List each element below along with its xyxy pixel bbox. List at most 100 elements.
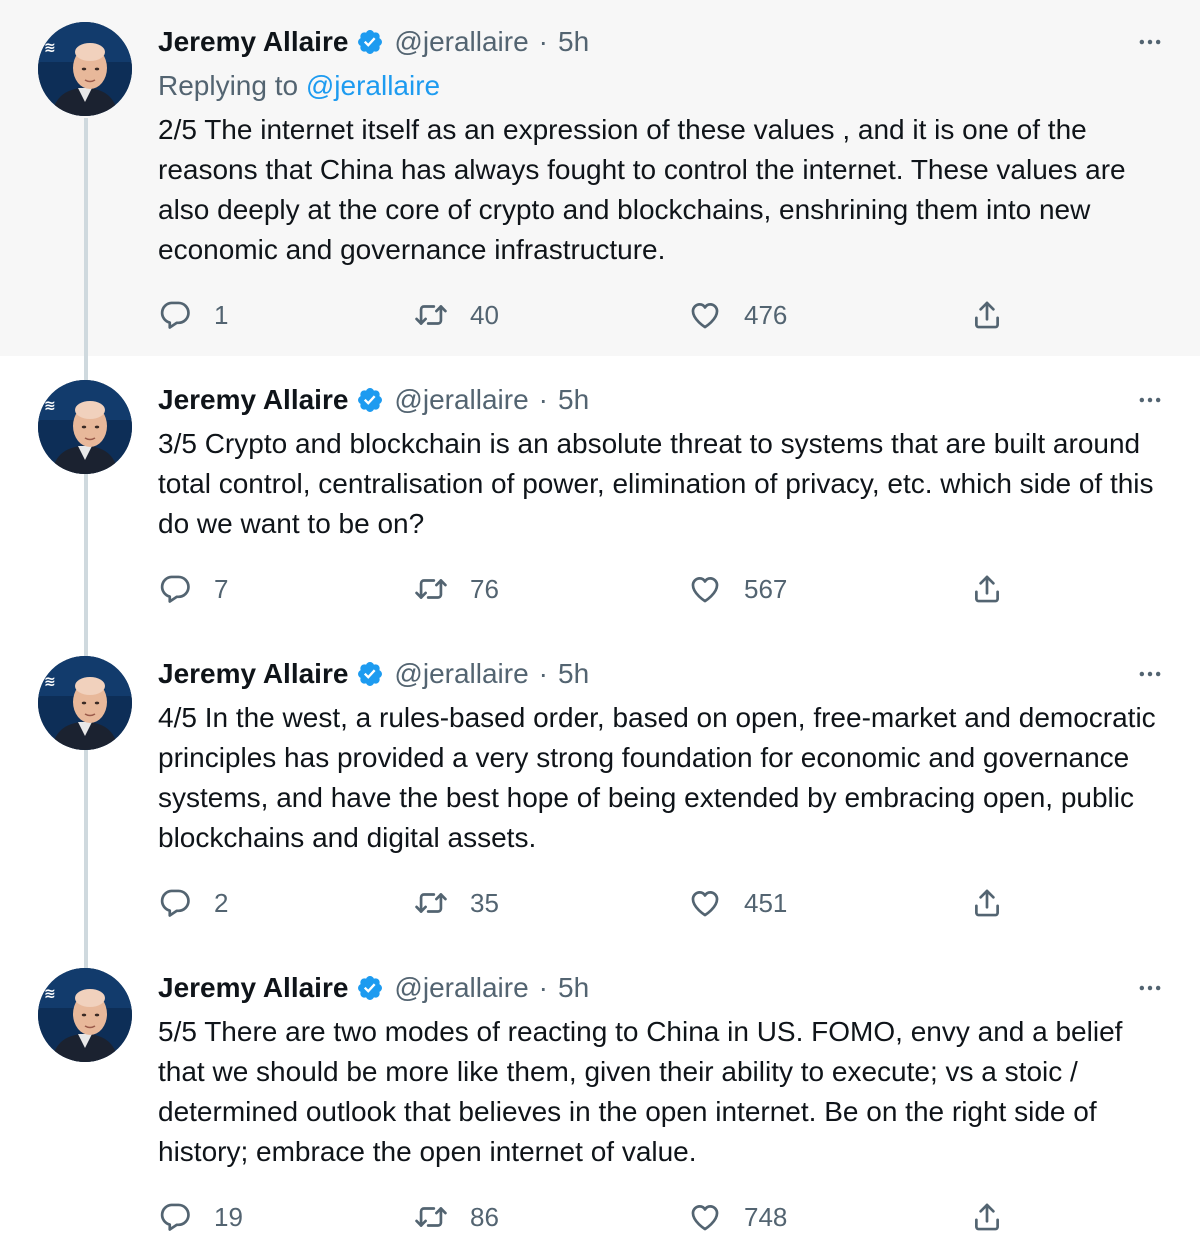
reply-icon <box>158 1200 192 1234</box>
thread-connector <box>84 750 88 950</box>
avatar[interactable] <box>38 968 132 1062</box>
timestamp[interactable]: 5h <box>558 26 589 58</box>
timestamp[interactable]: 5h <box>558 658 589 690</box>
avatar[interactable] <box>38 22 132 116</box>
share-icon <box>970 298 1004 332</box>
verified-badge-icon <box>356 28 384 56</box>
retweet-count: 35 <box>470 887 499 918</box>
tweet[interactable]: Jeremy Allaire @jerallaire · 5h 4/5 In t… <box>0 636 1200 950</box>
separator: · <box>538 384 548 415</box>
verified-badge-icon <box>356 974 384 1002</box>
thread-timeline: Jeremy Allaire @jerallaire · 5h Replying… <box>0 0 1200 1256</box>
more-button[interactable] <box>1132 385 1168 415</box>
author-name[interactable]: Jeremy Allaire <box>158 658 348 690</box>
tweet-actions: 7 76 567 <box>158 569 1028 609</box>
like-button[interactable]: 451 <box>688 883 787 923</box>
more-button[interactable] <box>1132 973 1168 1003</box>
replying-label: Replying to <box>158 70 299 101</box>
reply-count: 7 <box>214 573 229 604</box>
share-icon <box>970 1200 1004 1234</box>
author-name[interactable]: Jeremy Allaire <box>158 384 348 416</box>
share-icon <box>970 886 1004 920</box>
like-count: 451 <box>744 887 788 918</box>
author-handle[interactable]: @jerallaire <box>394 384 528 416</box>
thread-connector <box>84 118 88 356</box>
author-handle[interactable]: @jerallaire <box>394 972 528 1004</box>
separator: · <box>538 972 548 1003</box>
like-icon <box>688 1200 722 1234</box>
more-icon <box>1136 28 1164 56</box>
more-icon <box>1136 386 1164 414</box>
reply-button[interactable]: 7 <box>158 569 228 609</box>
like-count: 748 <box>744 1201 788 1232</box>
author-name[interactable]: Jeremy Allaire <box>158 972 348 1004</box>
retweet-button[interactable]: 40 <box>414 295 499 335</box>
thread-connector <box>84 636 88 656</box>
verified-badge-icon <box>356 386 384 414</box>
reply-icon <box>158 572 192 606</box>
replying-to: Replying to @jerallaire <box>158 70 440 102</box>
tweet-text: 5/5 There are two modes of reacting to C… <box>158 1016 1123 1167</box>
share-icon <box>970 572 1004 606</box>
share-button[interactable] <box>970 1197 1026 1237</box>
like-button[interactable]: 748 <box>688 1197 787 1237</box>
separator: · <box>538 26 548 57</box>
like-button[interactable]: 567 <box>688 569 787 609</box>
thread-connector <box>84 474 88 636</box>
thread-connector <box>84 356 88 380</box>
timestamp[interactable]: 5h <box>558 972 589 1004</box>
tweet-text: 2/5 The internet itself as an expression… <box>158 114 1126 265</box>
avatar[interactable] <box>38 380 132 474</box>
timestamp[interactable]: 5h <box>558 384 589 416</box>
share-button[interactable] <box>970 295 1026 335</box>
share-button[interactable] <box>970 569 1026 609</box>
avatar[interactable] <box>38 656 132 750</box>
author-handle[interactable]: @jerallaire <box>394 26 528 58</box>
tweet-actions: 19 86 748 <box>158 1197 1028 1237</box>
more-icon <box>1136 660 1164 688</box>
reply-icon <box>158 886 192 920</box>
author-handle[interactable]: @jerallaire <box>394 658 528 690</box>
reply-button[interactable]: 2 <box>158 883 228 923</box>
like-icon <box>688 572 722 606</box>
tweet-text: 4/5 In the west, a rules-based order, ba… <box>158 702 1156 853</box>
tweet[interactable]: Jeremy Allaire @jerallaire · 5h Replying… <box>0 0 1200 356</box>
verified-badge-icon <box>356 660 384 688</box>
like-count: 567 <box>744 573 788 604</box>
tweet-header: Jeremy Allaire @jerallaire · 5h <box>158 656 589 692</box>
retweet-count: 40 <box>470 299 499 330</box>
tweet[interactable]: Jeremy Allaire @jerallaire · 5h 3/5 Cryp… <box>0 356 1200 636</box>
more-button[interactable] <box>1132 27 1168 57</box>
more-icon <box>1136 974 1164 1002</box>
tweet-header: Jeremy Allaire @jerallaire · 5h <box>158 24 589 60</box>
like-button[interactable]: 476 <box>688 295 787 335</box>
retweet-button[interactable]: 86 <box>414 1197 499 1237</box>
tweet-header: Jeremy Allaire @jerallaire · 5h <box>158 382 589 418</box>
retweet-count: 86 <box>470 1201 499 1232</box>
retweet-icon <box>414 298 448 332</box>
tweet-text: 3/5 Crypto and blockchain is an absolute… <box>158 428 1154 539</box>
retweet-count: 76 <box>470 573 499 604</box>
reply-button[interactable]: 19 <box>158 1197 243 1237</box>
reply-icon <box>158 298 192 332</box>
reply-count: 19 <box>214 1201 243 1232</box>
replying-handle-link[interactable]: @jerallaire <box>306 70 440 101</box>
reply-count: 2 <box>214 887 229 918</box>
separator: · <box>538 658 548 689</box>
reply-button[interactable]: 1 <box>158 295 228 335</box>
retweet-button[interactable]: 76 <box>414 569 499 609</box>
like-icon <box>688 886 722 920</box>
tweet-actions: 2 35 451 <box>158 883 1028 923</box>
like-count: 476 <box>744 299 788 330</box>
tweet[interactable]: Jeremy Allaire @jerallaire · 5h 5/5 Ther… <box>0 950 1200 1256</box>
tweet-header: Jeremy Allaire @jerallaire · 5h <box>158 970 589 1006</box>
share-button[interactable] <box>970 883 1026 923</box>
more-button[interactable] <box>1132 659 1168 689</box>
like-icon <box>688 298 722 332</box>
retweet-button[interactable]: 35 <box>414 883 499 923</box>
retweet-icon <box>414 1200 448 1234</box>
thread-connector <box>84 950 88 968</box>
author-name[interactable]: Jeremy Allaire <box>158 26 348 58</box>
reply-count: 1 <box>214 299 229 330</box>
tweet-actions: 1 40 476 <box>158 295 1028 335</box>
